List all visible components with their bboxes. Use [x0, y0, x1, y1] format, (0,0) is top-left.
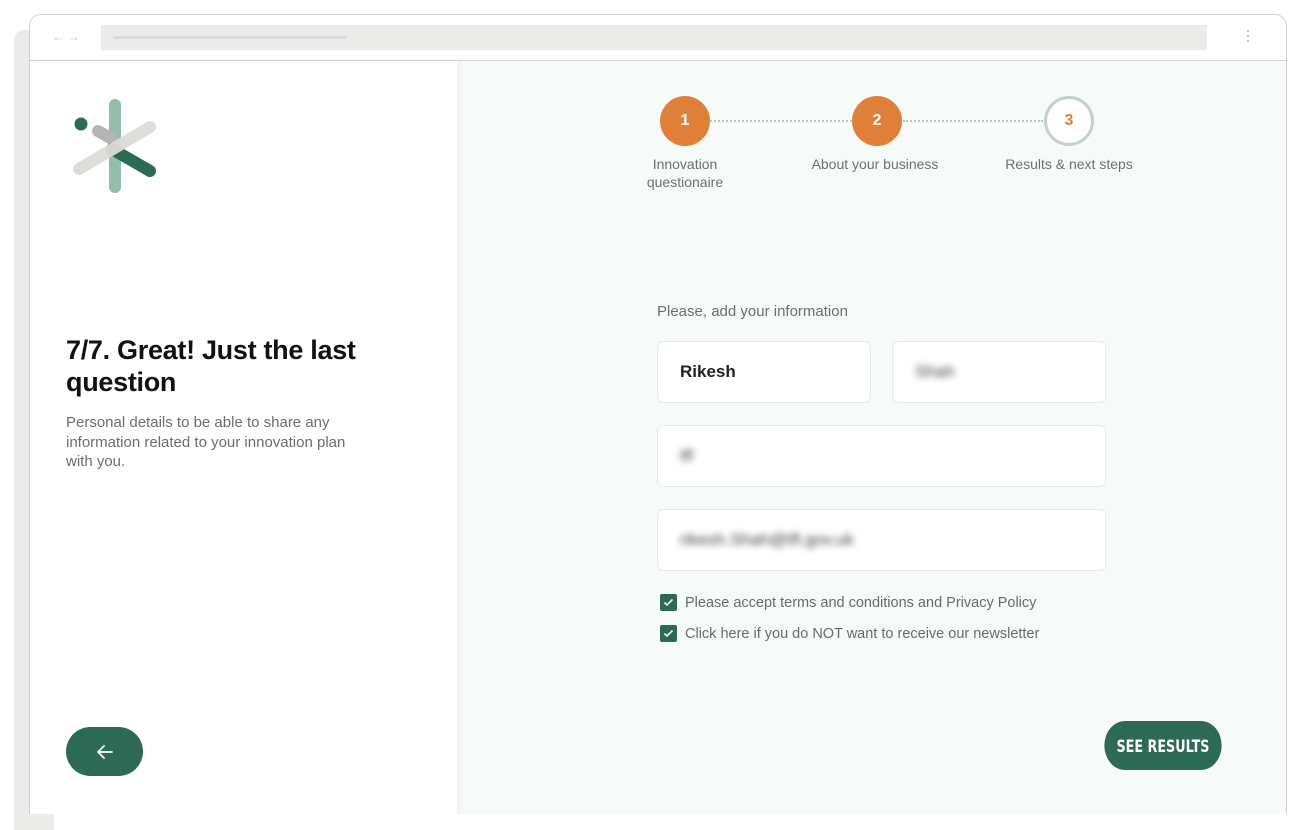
arrow-left-icon [96, 744, 113, 759]
arrow-right-icon[interactable]: → [67, 29, 82, 44]
browser-nav: ←→ [52, 29, 82, 44]
step-1-indicator: 1 [660, 96, 710, 146]
address-bar[interactable] [101, 25, 1207, 50]
form-title: Please, add your information [657, 303, 848, 320]
browser-window: ←→ 7/7. Great! Just the last question Pe… [29, 14, 1287, 814]
terms-checkbox-row[interactable]: Please accept terms and conditions and P… [660, 594, 1036, 611]
terms-checkbox-label: Please accept terms and conditions and P… [685, 594, 1037, 611]
email-input[interactable] [678, 529, 1085, 551]
step-connector [710, 120, 852, 122]
last-name-field[interactable] [892, 341, 1106, 403]
check-icon [663, 629, 674, 638]
page-title: 7/7. Great! Just the last question [66, 335, 356, 397]
terms-checkbox[interactable] [660, 594, 677, 611]
newsletter-checkbox[interactable] [660, 625, 677, 642]
company-field[interactable] [657, 425, 1106, 487]
step-2-label: About your business [811, 156, 939, 172]
left-panel: 7/7. Great! Just the last question Perso… [30, 61, 457, 814]
address-placeholder-line [113, 36, 347, 39]
kebab-menu-icon[interactable] [1247, 30, 1250, 42]
first-name-field[interactable] [657, 341, 871, 403]
progress-stepper: 1 Innovation questionaire 2 About your b… [457, 61, 1286, 211]
newsletter-checkbox-label: Click here if you do NOT want to receive… [685, 625, 1040, 642]
arrow-left-icon[interactable]: ← [52, 29, 67, 44]
step-2-indicator: 2 [852, 96, 902, 146]
newsletter-checkbox-row[interactable]: Click here if you do NOT want to receive… [660, 625, 1039, 642]
logo-stroke-gray [92, 125, 118, 145]
brand-logo [73, 99, 156, 193]
step-3-label: Results & next steps [1005, 156, 1133, 172]
logo-dot [74, 117, 88, 131]
step-connector [903, 120, 1043, 122]
right-panel: 1 Innovation questionaire 2 About your b… [457, 61, 1286, 814]
step-1-label: Innovation questionaire [646, 156, 724, 190]
see-results-button[interactable]: SEE RESULTS [1104, 721, 1222, 770]
check-icon [663, 598, 674, 607]
browser-toolbar: ←→ [30, 15, 1286, 61]
first-name-input[interactable] [678, 361, 850, 383]
page-description: Personal details to be able to share any… [66, 414, 346, 470]
see-results-label: SEE RESULTS [1116, 735, 1210, 756]
email-field[interactable] [657, 509, 1106, 571]
company-input[interactable] [678, 445, 1085, 467]
last-name-input[interactable] [913, 361, 1085, 383]
step-3-indicator: 3 [1044, 96, 1094, 146]
back-button[interactable] [66, 727, 143, 776]
